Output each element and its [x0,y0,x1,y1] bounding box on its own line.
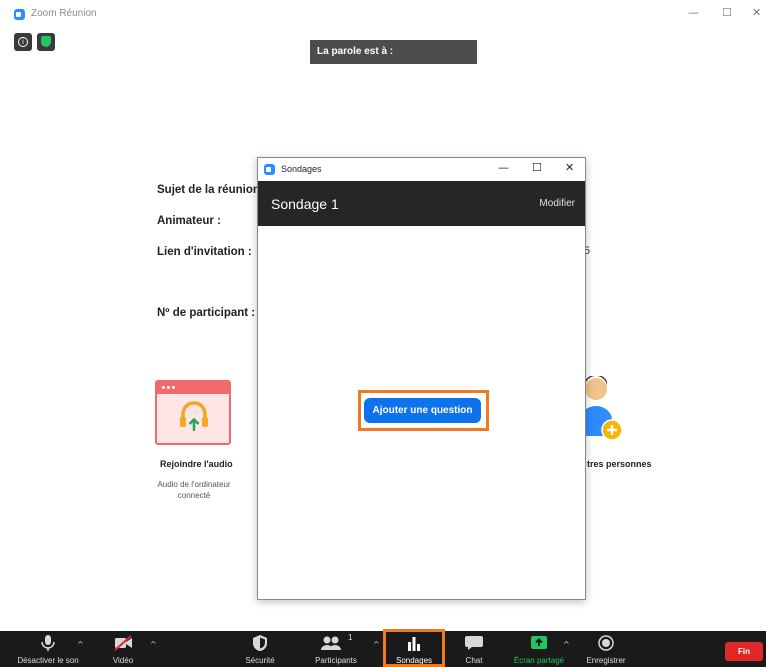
shield-icon [252,635,268,651]
share-options-caret[interactable]: ^ [563,640,570,649]
meeting-topic-label: Sujet de la réunion [157,184,260,196]
maximize-button[interactable]: ☐ [722,6,732,19]
highlight-frame [383,629,445,667]
encryption-badge-button[interactable] [37,33,55,51]
participants-count: 1 [348,633,353,642]
share-screen-button[interactable]: Écran partagé [506,631,572,667]
zoom-logo-icon [14,9,25,20]
polls-maximize-button[interactable]: ☐ [532,161,542,174]
record-icon [598,635,614,651]
dot [167,386,170,389]
poll-name: Sondage 1 [271,196,339,212]
invite-others-label: tres personnes [587,459,652,469]
join-audio-label: Rejoindre l'audio [160,459,233,469]
host-label: Animateur : [157,215,221,227]
video-button[interactable]: Vidéo [100,631,146,667]
join-audio-button[interactable] [155,380,231,445]
edit-poll-link[interactable]: Modifier [539,198,575,209]
invite-link-label: Lien d'invitation : [157,246,252,258]
headphones-icon [180,401,208,431]
people-icon [321,636,341,650]
security-button[interactable]: Sécurité [235,631,285,667]
share-label: Écran partagé [513,656,565,665]
polls-titlebar: Sondages — ☐ ✕ [258,158,585,181]
active-speaker-banner: La parole est à : [310,40,477,64]
info-icon: i [18,37,28,47]
participant-id-label: Nº de participant : [157,307,256,319]
shield-check-icon [41,36,51,47]
computer-audio-status: Audio de l'ordinateur connecté [157,480,231,500]
poll-header: Sondage 1 Modifier [258,181,585,226]
end-meeting-button[interactable]: Fin [725,642,763,661]
chat-label: Chat [465,656,483,665]
participants-label: Participants [315,656,357,665]
security-label: Sécurité [245,656,275,665]
polls-window-title: Sondages [281,164,322,174]
record-button[interactable]: Enregistrer [578,631,634,667]
mute-button[interactable]: Désactiver le son [0,631,96,667]
dot [162,386,165,389]
video-off-icon [114,635,132,651]
app-title: Zoom Réunion [31,8,97,19]
minimize-button[interactable]: — [688,6,699,19]
card-header [157,382,229,394]
microphone-icon [41,635,55,651]
participants-options-caret[interactable]: ^ [373,640,380,649]
video-label: Vidéo [112,656,134,665]
dot [172,386,175,389]
participants-button[interactable]: 1 Participants [308,631,364,667]
audio-options-caret[interactable]: ^ [77,640,84,649]
chat-bubble-icon [465,636,483,650]
polls-close-button[interactable]: ✕ [565,161,574,174]
record-label: Enregistrer [586,656,626,665]
share-screen-icon [531,636,547,649]
zoom-logo-icon [264,164,275,175]
polls-window: Sondages — ☐ ✕ Sondage 1 Modifier Ajoute… [257,157,586,600]
mute-label: Désactiver le son [17,656,79,665]
close-button[interactable]: ✕ [752,6,761,19]
polls-minimize-button[interactable]: — [498,161,509,174]
add-question-button[interactable]: Ajouter une question [364,398,481,423]
video-options-caret[interactable]: ^ [150,640,157,649]
chat-button[interactable]: Chat [456,631,492,667]
meeting-info-button[interactable]: i [14,33,32,51]
add-user-icon[interactable] [580,376,626,444]
